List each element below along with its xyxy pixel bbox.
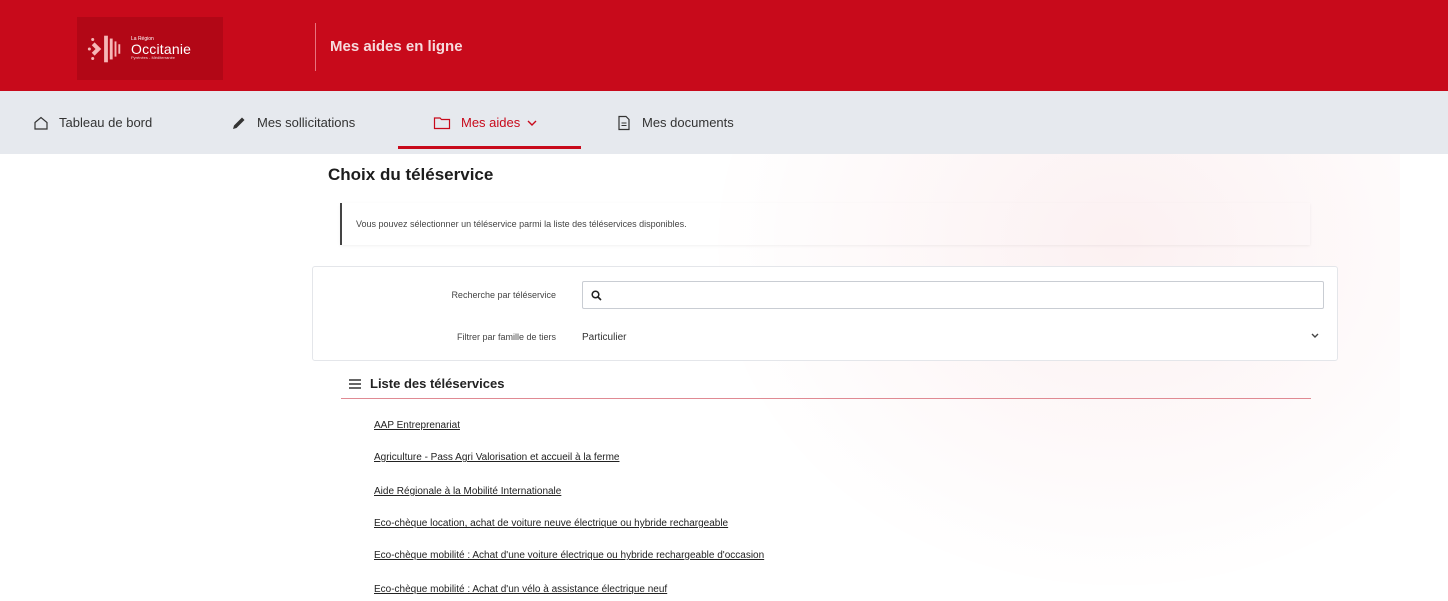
service-link[interactable]: AAP Entreprenariat bbox=[374, 420, 460, 431]
chevron-down-icon bbox=[1311, 333, 1319, 338]
search-label: Recherche par téléservice bbox=[451, 290, 556, 300]
nav-item-mes-aides[interactable]: Mes aides bbox=[433, 91, 538, 154]
search-icon bbox=[591, 289, 602, 301]
service-link[interactable]: Agriculture - Pass Agri Valorisation et … bbox=[374, 452, 619, 463]
info-text: Vous pouvez sélectionner un téléservice … bbox=[356, 219, 687, 229]
service-link[interactable]: Eco-chèque mobilité : Achat d'une voitur… bbox=[374, 550, 764, 561]
home-icon bbox=[34, 116, 48, 130]
nav-item-tableau-de-bord[interactable]: Tableau de bord bbox=[33, 91, 152, 154]
search-input[interactable] bbox=[608, 283, 1323, 307]
list-divider bbox=[341, 398, 1311, 399]
nav-item-mes-documents[interactable]: Mes documents bbox=[616, 91, 734, 154]
document-icon bbox=[618, 115, 630, 130]
nav-label: Mes sollicitations bbox=[257, 115, 356, 130]
list-icon bbox=[349, 378, 361, 389]
active-tab-indicator bbox=[398, 146, 581, 149]
family-select[interactable]: Particulier bbox=[582, 323, 1324, 351]
nav-label: Mes documents bbox=[642, 115, 734, 130]
service-link[interactable]: Eco-chèque mobilité : Achat d'un vélo à … bbox=[374, 584, 667, 595]
app-title: Mes aides en ligne bbox=[330, 38, 463, 55]
family-select-value: Particulier bbox=[582, 331, 627, 343]
page-title: Choix du téléservice bbox=[328, 165, 494, 184]
region-logo[interactable]: La Région Occitanie Pyrénées - Méditerra… bbox=[77, 17, 223, 80]
chevron-down-icon bbox=[527, 120, 537, 126]
nav-item-mes-sollicitations[interactable]: Mes sollicitations bbox=[231, 91, 355, 154]
logo-tagline: Pyrénées - Méditerranée bbox=[131, 55, 176, 60]
nav-label: Tableau de bord bbox=[59, 115, 153, 130]
top-banner: La Région Occitanie Pyrénées - Méditerra… bbox=[0, 0, 1448, 91]
header-divider bbox=[315, 23, 316, 71]
service-link[interactable]: Aide Régionale à la Mobilité Internation… bbox=[374, 486, 561, 497]
family-filter-label: Filtrer par famille de tiers bbox=[456, 332, 556, 342]
nav-label: Mes aides bbox=[461, 115, 521, 130]
info-message: Vous pouvez sélectionner un téléservice … bbox=[340, 203, 1310, 245]
services-list-header: Liste des téléservices bbox=[348, 376, 504, 391]
list-title: Liste des téléservices bbox=[370, 376, 505, 391]
pencil-icon bbox=[233, 117, 245, 129]
logo-wordmark: La Région Occitanie Pyrénées - Méditerra… bbox=[131, 37, 191, 60]
folder-icon bbox=[433, 116, 451, 129]
main-nav: Tableau de bord Mes sollicitations Mes a… bbox=[0, 91, 1448, 154]
logo-name: Occitanie bbox=[131, 41, 192, 57]
search-field[interactable] bbox=[582, 281, 1324, 309]
occitanie-cross-icon bbox=[87, 35, 121, 62]
service-link[interactable]: Eco-chèque location, achat de voiture ne… bbox=[374, 518, 728, 529]
